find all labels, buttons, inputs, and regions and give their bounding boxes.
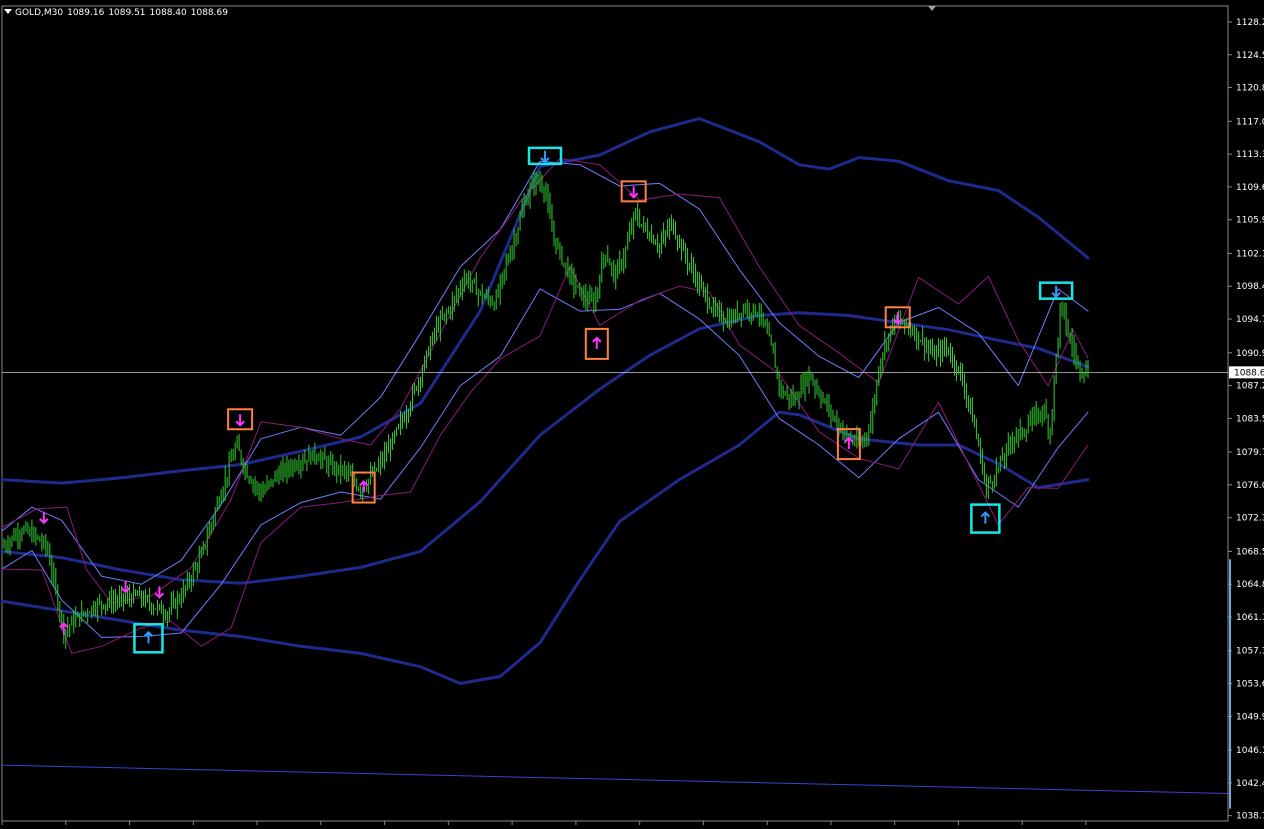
y-tick-label: 1098.4 (1236, 282, 1264, 292)
y-tick-label: 1124.5 (1236, 51, 1264, 61)
open-price: 1089.16 (67, 8, 105, 18)
y-tick-label: 1042.4 (1236, 779, 1264, 789)
y-tick-label: 1128.2 (1236, 18, 1264, 28)
y-tick-label: 1120.8 (1236, 84, 1264, 94)
y-tick-label: 1053.6 (1236, 680, 1264, 690)
y-tick-label: 1068.5 (1236, 547, 1264, 557)
low-price: 1088.40 (149, 8, 187, 18)
y-tick-label: 1113.3 (1236, 150, 1264, 160)
chart-header: GOLD,M30 1089.16 1089.51 1088.40 1088.69 (4, 8, 232, 18)
y-tick-label: 1090.9 (1236, 349, 1264, 359)
high-price: 1089.51 (108, 8, 146, 18)
symbol-label: GOLD,M30 (15, 8, 64, 18)
y-tick-label: 1072.3 (1236, 514, 1264, 524)
y-tick-label: 1105.9 (1236, 216, 1264, 226)
y-tick-label: 1094.7 (1236, 315, 1264, 325)
y-tick-label: 1049.9 (1236, 712, 1264, 722)
y-tick-label: 1102.1 (1236, 249, 1264, 259)
y-tick-label: 1109.6 (1236, 183, 1264, 193)
y-tick-label: 1076.0 (1236, 481, 1264, 491)
y-tick-label: 1087.2 (1236, 382, 1264, 392)
y-tick-label: 1057.3 (1236, 647, 1264, 657)
y-tick-label: 1079.7 (1236, 448, 1264, 458)
y-tick-label: 1083.5 (1236, 414, 1264, 424)
current-price-label: 1088.69 (1234, 368, 1264, 378)
y-tick-label: 1046.1 (1236, 746, 1264, 756)
close-price: 1088.69 (190, 8, 228, 18)
y-tick-label: 1064.8 (1236, 580, 1264, 590)
y-tick-label: 1117.0 (1236, 117, 1264, 127)
chart-menu-triangle-icon[interactable] (4, 9, 12, 14)
y-tick-label: 1038.7 (1236, 812, 1264, 822)
price-chart[interactable]: 1128.2 1124.5 1120.8 1117.0 1113.3 1109.6 1105… (0, 0, 1264, 829)
y-tick-label: 1061.1 (1236, 613, 1264, 623)
chart-background (0, 0, 1264, 829)
